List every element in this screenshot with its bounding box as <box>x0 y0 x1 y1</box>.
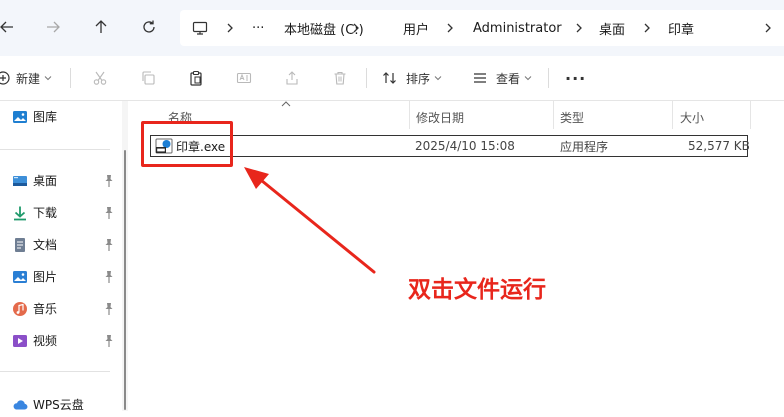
new-button[interactable]: 新建 <box>0 64 52 92</box>
toolbar-divider <box>366 68 367 88</box>
chevron-right-icon[interactable] <box>444 21 456 35</box>
sidebar-item-downloads[interactable]: 下载 <box>0 201 122 225</box>
desktop-icon <box>13 176 27 186</box>
column-divider[interactable] <box>750 101 751 129</box>
more-options-button[interactable]: ··· <box>565 64 586 92</box>
arrow-right-icon <box>47 21 60 33</box>
cut-button[interactable] <box>92 64 108 92</box>
share-button[interactable] <box>284 64 300 92</box>
sidebar-item-videos[interactable]: 视频 <box>0 329 122 353</box>
column-divider[interactable] <box>409 101 410 129</box>
file-row[interactable]: 印章.exe 2025/4/10 15:08 应用程序 52,577 KB <box>150 135 750 157</box>
column-divider[interactable] <box>553 101 554 129</box>
sidebar-item-pictures[interactable]: 图片 <box>0 265 122 289</box>
view-button-label: 查看 <box>496 71 521 86</box>
view-button[interactable]: 查看 <box>472 64 532 92</box>
column-header-size[interactable]: 大小 <box>680 105 704 129</box>
computer-icon <box>192 21 208 35</box>
arrow-up-icon <box>95 20 107 33</box>
rename-button[interactable] <box>236 64 252 92</box>
breadcrumb-users[interactable]: 用户 <box>403 10 429 46</box>
toolbar-divider <box>70 68 71 88</box>
clipboard-icon <box>190 70 202 86</box>
forward-button[interactable] <box>38 12 68 42</box>
chevron-down-icon <box>44 76 52 81</box>
chevron-right-icon[interactable] <box>224 21 236 35</box>
chevron-right-icon[interactable] <box>762 21 774 35</box>
new-button-label: 新建 <box>16 71 41 86</box>
trash-icon <box>334 71 346 85</box>
arrow-left-icon <box>0 21 13 33</box>
annotation-text: 双击文件运行 <box>408 277 546 303</box>
videos-icon <box>13 335 27 347</box>
pin-icon[interactable] <box>103 334 115 348</box>
pictures-icon <box>13 271 27 283</box>
sidebar-item-gallery[interactable]: 图库 <box>0 105 122 129</box>
command-bar: 新建 排序 查看 ··· <box>0 56 784 101</box>
refresh-icon <box>143 20 155 33</box>
file-size: 52,577 KB <box>688 139 750 153</box>
view-list-icon <box>474 73 486 83</box>
file-type: 应用程序 <box>560 139 609 154</box>
column-header-date[interactable]: 修改日期 <box>416 105 464 129</box>
sort-button[interactable]: 排序 <box>382 64 442 92</box>
gallery-icon <box>13 111 27 123</box>
sidebar-scrollbar-thumb[interactable] <box>124 150 126 410</box>
chevron-down-icon <box>434 76 442 81</box>
sidebar-divider <box>0 371 110 372</box>
address-more[interactable]: ··· <box>252 10 264 46</box>
pin-icon[interactable] <box>103 270 115 284</box>
breadcrumb-desktop[interactable]: 桌面 <box>599 10 625 46</box>
chevron-down-icon <box>524 76 532 81</box>
pin-icon[interactable] <box>103 174 115 188</box>
chevron-right-icon[interactable] <box>641 21 653 35</box>
breadcrumb-seal-folder[interactable]: 印章 <box>668 10 694 46</box>
file-date: 2025/4/10 15:08 <box>415 139 515 153</box>
address-bar[interactable]: ··· 本地磁盘 (C:) 用户 Administrator 桌面 印章 <box>180 10 784 46</box>
pin-icon[interactable] <box>103 238 115 252</box>
pin-icon[interactable] <box>103 302 115 316</box>
sidebar-item-desktop[interactable]: 桌面 <box>0 169 122 193</box>
copy-icon <box>142 71 155 85</box>
sort-icon <box>383 72 396 84</box>
sidebar-divider <box>0 149 110 150</box>
plus-circle-icon <box>0 71 10 85</box>
delete-button[interactable] <box>332 64 348 92</box>
breadcrumb-administrator[interactable]: Administrator <box>473 10 562 46</box>
copy-button[interactable] <box>140 64 156 92</box>
breadcrumb-local-disk[interactable]: 本地磁盘 (C:) <box>284 10 364 46</box>
navigation-bar: ··· 本地磁盘 (C:) 用户 Administrator 桌面 印章 <box>0 0 784 56</box>
highlight-box <box>141 121 233 167</box>
toolbar-divider <box>548 68 549 88</box>
scissors-icon <box>93 71 107 85</box>
documents-icon <box>15 238 25 252</box>
sort-ascending-icon <box>281 101 291 107</box>
download-icon <box>14 206 26 221</box>
pin-icon[interactable] <box>103 206 115 220</box>
paste-button[interactable] <box>188 64 204 92</box>
rename-icon <box>236 72 252 84</box>
up-button[interactable] <box>86 12 116 42</box>
column-header-type[interactable]: 类型 <box>560 105 584 129</box>
sort-button-label: 排序 <box>406 71 431 86</box>
back-button[interactable] <box>0 12 22 42</box>
music-icon <box>13 302 27 316</box>
share-icon <box>286 71 298 85</box>
sidebar-item-music[interactable]: 音乐 <box>0 297 122 321</box>
chevron-right-icon[interactable] <box>573 21 585 35</box>
sidebar-item-documents[interactable]: 文档 <box>0 233 122 257</box>
navigation-pane: 图库 桌面 下载 文档 图片 音乐 视频 WPS云盘 <box>0 101 122 412</box>
refresh-button[interactable] <box>134 12 164 42</box>
column-divider[interactable] <box>672 101 673 129</box>
sidebar-item-wps-cloud[interactable]: WPS云盘 <box>0 393 122 417</box>
